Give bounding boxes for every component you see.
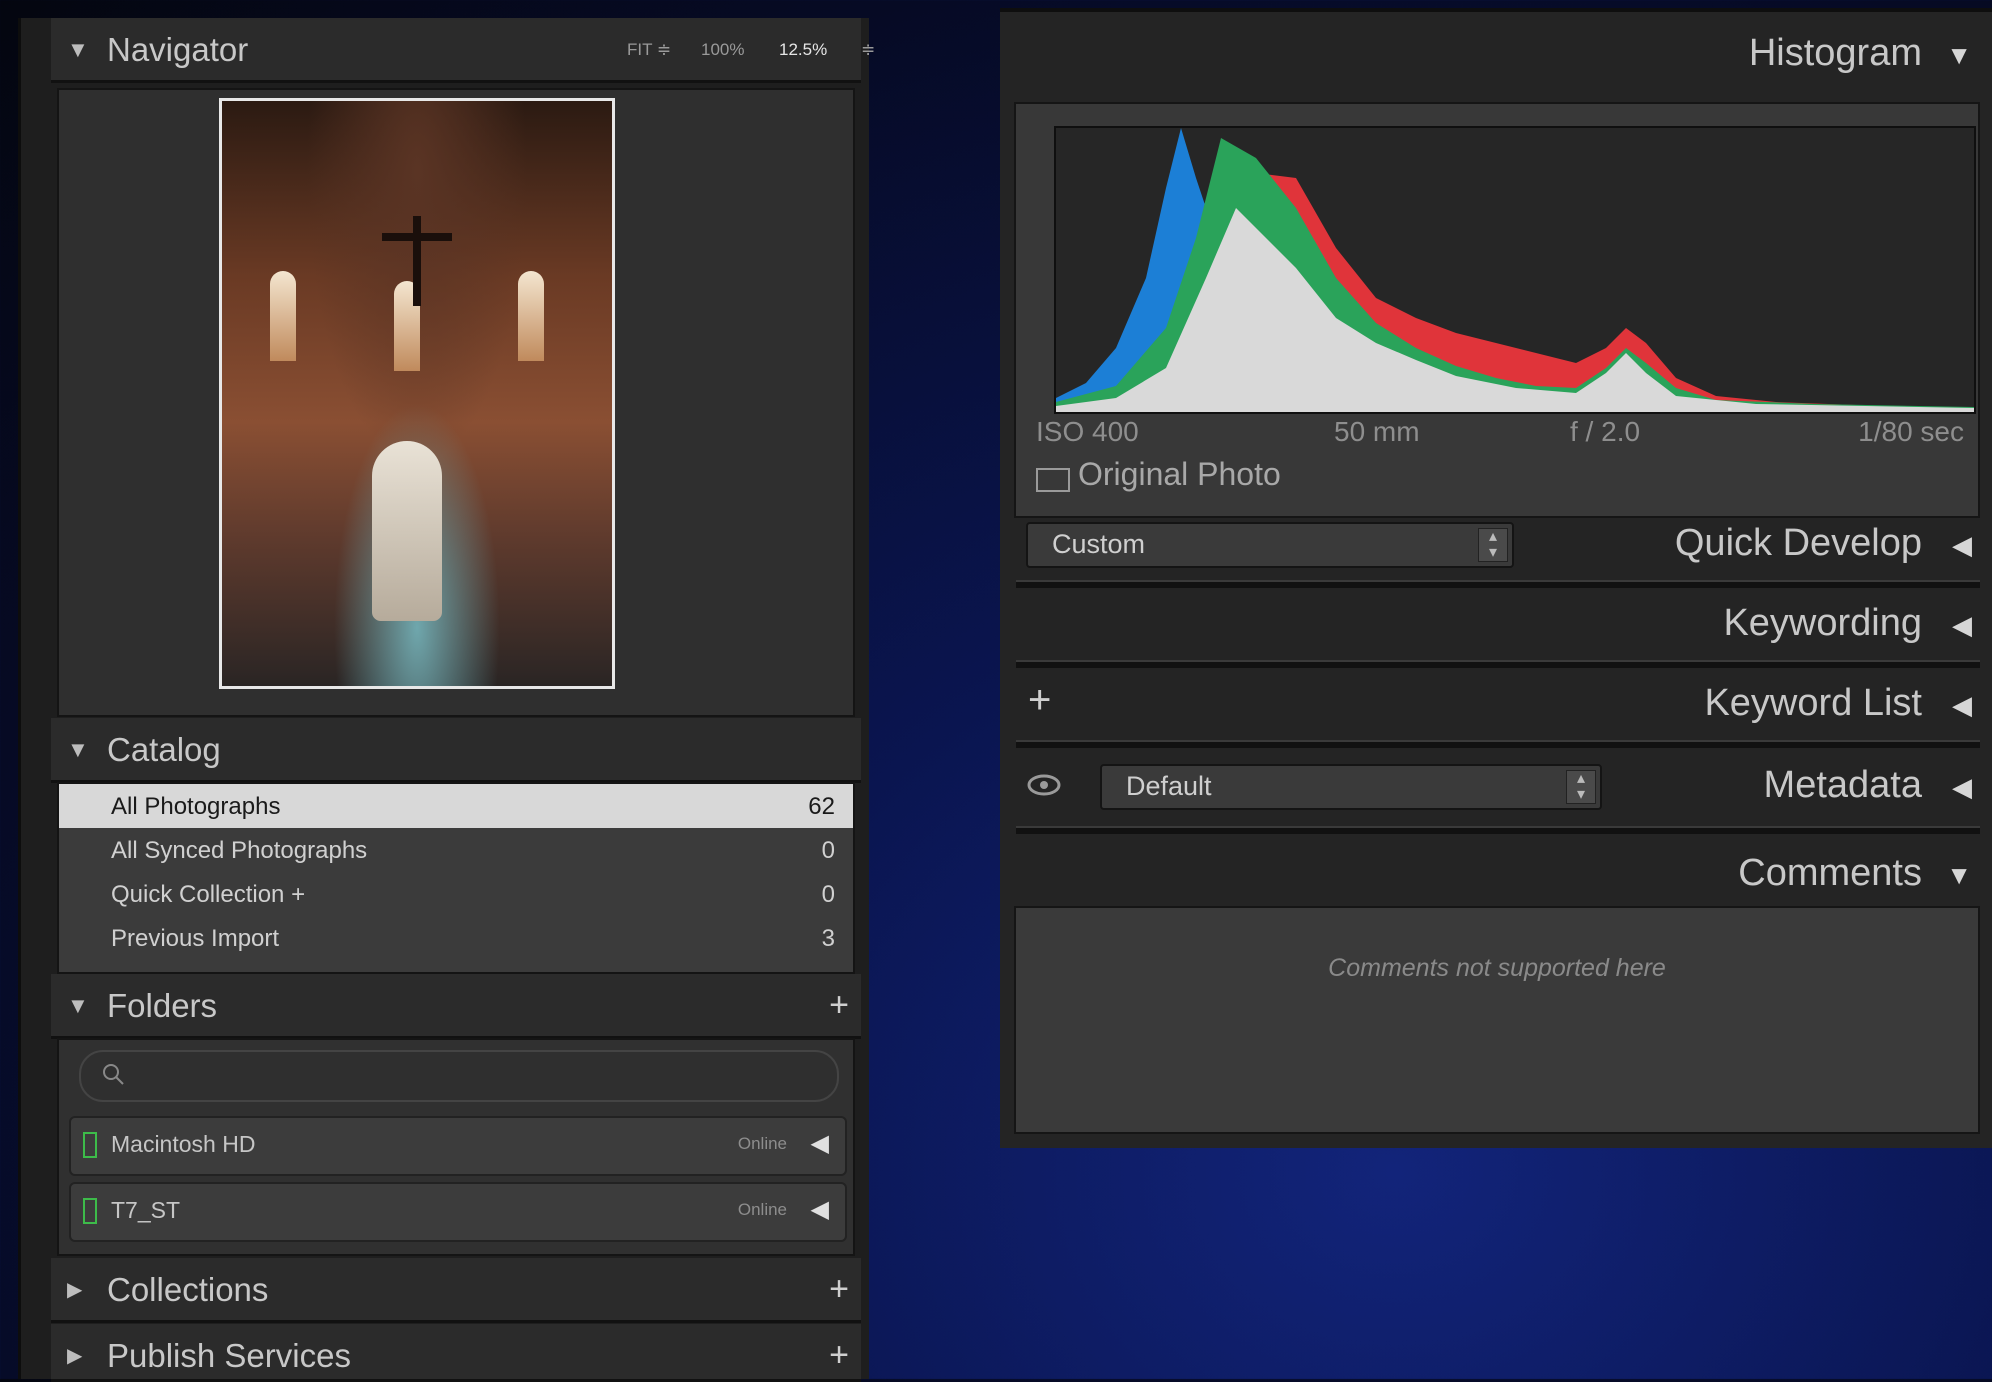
catalog-item-count: 0	[821, 881, 835, 908]
exif-focal-length: 50 mm	[1334, 416, 1420, 447]
metadata-preset-select[interactable]: Default ▴ ▾	[1100, 764, 1602, 810]
folders-title: Folders	[107, 987, 218, 1024]
navigator-title: Navigator	[107, 31, 249, 68]
comments-message: Comments not supported here	[1328, 954, 1666, 982]
folders-header[interactable]: ▼ Folders +	[51, 974, 861, 1039]
collections-title: Collections	[107, 1271, 269, 1308]
catalog-item-label: Quick Collection +	[111, 881, 306, 908]
volume-status-icon	[83, 1198, 97, 1224]
select-spinner-icon: ▴ ▾	[1566, 770, 1596, 804]
expand-arrow-icon[interactable]: ◀	[1952, 610, 1972, 641]
comments-title[interactable]: Comments	[1738, 852, 1922, 895]
catalog-title: Catalog	[107, 731, 221, 768]
comments-box: Comments not supported here	[1014, 906, 1980, 1134]
folder-volume-row[interactable]: Macintosh HD Online ◀	[69, 1116, 847, 1176]
quick-develop-title[interactable]: Quick Develop	[1675, 522, 1922, 565]
volume-name: T7_ST	[111, 1197, 181, 1223]
panel-divider	[1016, 580, 1980, 588]
expand-arrow-icon[interactable]: ◀	[1952, 530, 1972, 561]
volume-status: Online	[737, 1200, 787, 1219]
exif-iso: ISO 400	[1036, 416, 1139, 447]
select-spinner-icon: ▴ ▾	[1478, 528, 1508, 562]
crucifix-shape	[382, 216, 452, 306]
add-folder-button[interactable]: +	[829, 986, 849, 1025]
keywording-title[interactable]: Keywording	[1723, 602, 1922, 645]
histogram-panel: ISO 400 50 mm f / 2.0 1/80 sec Original …	[1014, 102, 1980, 518]
collapse-triangle-icon[interactable]: ▼	[67, 737, 89, 763]
catalog-item-all-synced-photographs[interactable]: All Synced Photographs 0	[59, 828, 853, 872]
add-keyword-button[interactable]: +	[1028, 678, 1051, 723]
navigator-header[interactable]: ▼ Navigator FIT ≑ 100% 12.5% ≑	[51, 18, 875, 83]
catalog-item-label: Previous Import	[111, 925, 280, 952]
catalog-item-all-photographs[interactable]: All Photographs 62	[59, 784, 853, 828]
add-collection-button[interactable]: +	[829, 1270, 849, 1309]
folder-volume-row[interactable]: T7_ST Online ◀	[69, 1182, 847, 1242]
expand-arrow-icon[interactable]: ◀	[811, 1195, 829, 1224]
catalog-item-previous-import[interactable]: Previous Import 3	[59, 916, 853, 960]
expand-triangle-icon[interactable]: ▶	[67, 1343, 82, 1368]
original-photo-label: Original Photo	[1078, 456, 1281, 492]
exif-aperture: f / 2.0	[1570, 416, 1641, 447]
keyword-list-title[interactable]: Keyword List	[1704, 682, 1922, 725]
volume-status-icon	[83, 1132, 97, 1158]
add-publish-service-button[interactable]: +	[829, 1336, 849, 1375]
expand-arrow-icon[interactable]: ◀	[1952, 772, 1972, 803]
collapse-triangle-icon[interactable]: ▼	[67, 993, 89, 1019]
zoom-spinner-icon[interactable]: ≑	[861, 40, 875, 60]
statue-shape	[372, 441, 442, 621]
left-panel: ▼ Navigator FIT ≑ 100% 12.5% ≑ ▼ Catalog…	[18, 18, 875, 1382]
collections-header[interactable]: ▶ Collections +	[51, 1258, 861, 1323]
panel-divider	[1016, 826, 1980, 834]
preset-value: Default	[1126, 771, 1212, 801]
zoom-fit-button[interactable]: FIT ≑	[627, 40, 671, 60]
collapse-triangle-icon[interactable]: ▼	[67, 37, 89, 63]
catalog-item-count: 3	[821, 925, 835, 952]
expand-arrow-icon[interactable]: ◀	[811, 1129, 829, 1158]
church-window	[270, 271, 296, 361]
histogram-title: Histogram	[1748, 32, 1922, 74]
navigator-photo-preview[interactable]	[219, 98, 615, 689]
collapse-arrow-icon[interactable]: ▼	[1946, 860, 1972, 891]
catalog-item-quick-collection[interactable]: Quick Collection + 0	[59, 872, 853, 916]
volume-name: Macintosh HD	[111, 1131, 256, 1157]
catalog-item-label: All Photographs	[111, 793, 281, 820]
exif-shutter-speed: 1/80 sec	[1858, 416, 1964, 447]
catalog-item-count: 62	[808, 793, 835, 820]
panel-divider	[1016, 740, 1980, 748]
right-panel: Histogram ▼ ISO 400 50 mm f / 2.0 1/80 s…	[1000, 8, 1992, 1148]
collapse-arrow-icon[interactable]: ▼	[1946, 40, 1972, 71]
catalog-item-count: 0	[821, 837, 835, 864]
publish-services-title: Publish Services	[107, 1337, 351, 1374]
zoom-100-button[interactable]: 100%	[701, 40, 744, 60]
magnifier-icon	[103, 1064, 124, 1085]
folder-search-input[interactable]	[79, 1050, 839, 1102]
zoom-value-button[interactable]: 12.5%	[779, 40, 827, 60]
church-window	[518, 271, 544, 361]
metadata-title[interactable]: Metadata	[1764, 764, 1922, 807]
preset-value: Custom	[1052, 529, 1146, 559]
expand-triangle-icon[interactable]: ▶	[67, 1277, 82, 1302]
catalog-header[interactable]: ▼ Catalog	[51, 718, 861, 783]
catalog-item-label: All Synced Photographs	[111, 837, 368, 864]
publish-services-header[interactable]: ▶ Publish Services +	[51, 1324, 861, 1382]
histogram-graph[interactable]	[1054, 126, 1976, 414]
panel-divider	[1016, 660, 1980, 668]
quick-develop-preset-select[interactable]: Custom ▴ ▾	[1026, 522, 1514, 568]
original-photo-checkbox[interactable]	[1036, 468, 1070, 492]
eye-icon[interactable]	[1026, 772, 1062, 798]
volume-status: Online	[737, 1134, 787, 1153]
expand-arrow-icon[interactable]: ◀	[1952, 690, 1972, 721]
